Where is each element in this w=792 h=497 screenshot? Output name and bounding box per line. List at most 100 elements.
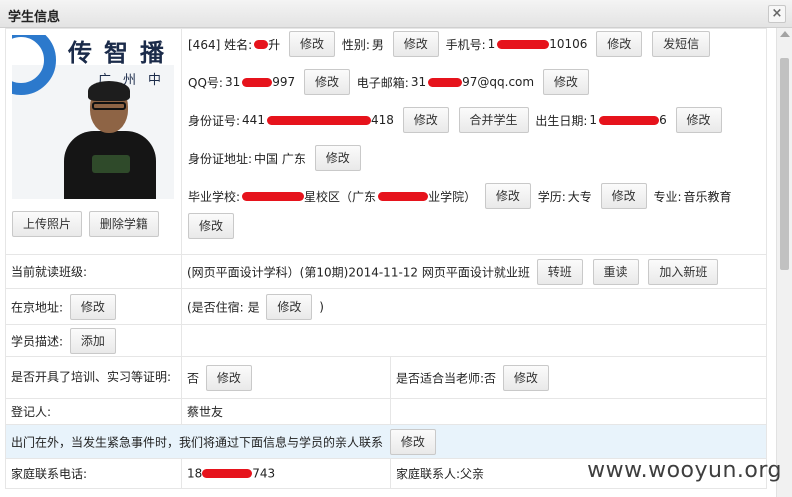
window-titlebar: 学生信息 ×	[0, 0, 792, 28]
student-details-cell: [464] 姓名: 升 修改 性别: 男 修改 手机号: 1 10106 修改 发短信 …	[181, 28, 767, 255]
lodging-value: 是	[247, 300, 260, 314]
detail-row-major-edit: 修改	[188, 213, 237, 239]
idaddress-value: 中国 广东	[254, 151, 306, 166]
email-prefix: 31	[410, 75, 427, 89]
student-info-panel: 传智播 广州中 上传照片 删除学籍 [464] 姓名: 升 修改 性别: 男 修…	[0, 28, 776, 497]
close-icon[interactable]: ×	[768, 5, 786, 23]
edit-teacher-button[interactable]: 修改	[502, 364, 549, 391]
idcard-suffix: 418	[370, 113, 394, 127]
edit-idcard-button[interactable]: 修改	[402, 107, 449, 133]
registrar-empty-cell	[390, 398, 767, 425]
redaction-mark	[378, 191, 429, 201]
merge-student-button[interactable]: 合并学生	[458, 107, 529, 133]
scrollbar-thumb[interactable]	[780, 58, 789, 270]
education-value: 大专	[567, 189, 592, 204]
redaction-mark	[242, 77, 273, 87]
vertical-scrollbar[interactable]	[776, 28, 792, 497]
family-phone-suffix: 743	[252, 466, 276, 481]
major-label: 专业:	[653, 189, 682, 204]
education-label: 学历:	[537, 189, 566, 204]
photo-cell: 传智播 广州中 上传照片 删除学籍	[5, 28, 182, 255]
phone-suffix: 10106	[549, 37, 588, 51]
scroll-up-icon[interactable]	[780, 31, 790, 37]
edit-major-button[interactable]: 修改	[188, 213, 235, 239]
class-value: (网页平面设计学科）(第10期)2014-11-12 网页平面设计就业班	[187, 265, 530, 279]
class-value-cell: (网页平面设计学科）(第10期)2014-11-12 网页平面设计就业班 转班 …	[181, 254, 767, 289]
email-label: 电子邮箱:	[356, 75, 409, 90]
logo-ring-icon	[12, 35, 56, 95]
lodging-cell: (是否住宿: 是 修改 )	[181, 288, 767, 325]
detail-row-name: [464] 姓名: 升 修改 性别: 男 修改 手机号: 1 10106 修改 发短信	[188, 31, 713, 57]
reread-button[interactable]: 重读	[592, 258, 639, 285]
edit-idaddress-button[interactable]: 修改	[314, 145, 361, 171]
birth-prefix: 1	[589, 113, 598, 127]
detail-row-idcard: 身份证号: 441 418 修改 合并学生 出生日期: 1 6 修改	[188, 107, 725, 133]
edit-qq-button[interactable]: 修改	[303, 69, 350, 95]
qq-label: QQ号:	[188, 75, 223, 90]
family-phone-label-cell: 家庭联系电话:	[5, 458, 182, 489]
edit-certificate-button[interactable]: 修改	[205, 364, 252, 391]
registrar-value-cell: 蔡世友	[181, 398, 391, 425]
detail-row-qq: QQ号: 31 997 修改 电子邮箱: 31 97@qq.com 修改	[188, 69, 592, 95]
phone-prefix: 1	[487, 37, 496, 51]
family-contact-label: 家庭联系人:	[396, 467, 461, 481]
window-title: 学生信息	[8, 10, 61, 25]
lodging-close-paren: )	[319, 299, 324, 314]
idcard-label: 身份证号:	[188, 113, 241, 128]
transfer-class-button[interactable]: 转班	[536, 258, 583, 285]
lodging-label: (是否住宿:	[187, 300, 244, 314]
teacher-value: 否	[484, 371, 497, 385]
edit-education-button[interactable]: 修改	[600, 183, 647, 209]
edit-gender-button[interactable]: 修改	[392, 31, 439, 57]
registrar-label: 登记人:	[11, 405, 52, 419]
add-description-button[interactable]: 添加	[69, 327, 116, 354]
send-sms-button[interactable]: 发短信	[652, 31, 711, 57]
emergency-notice: 出门在外，当发生紧急事件时，我们将通过下面信息与学员的亲人联系	[11, 435, 384, 449]
edit-lodging-button[interactable]: 修改	[266, 293, 313, 320]
school-value-suffix: 业学院）	[428, 189, 477, 204]
family-phone-value-cell: 18 743	[181, 458, 391, 489]
emergency-notice-cell: 出门在外，当发生紧急事件时，我们将通过下面信息与学员的亲人联系 修改	[5, 424, 767, 459]
beijing-address-label-cell: 在京地址: 修改	[5, 288, 182, 325]
teacher-label: 是否适合当老师:	[396, 371, 485, 385]
certificate-label-cell: 是否开具了培训、实习等证明:	[5, 356, 182, 399]
family-contact-value: 父亲	[460, 467, 485, 481]
join-new-class-button[interactable]: 加入新班	[648, 258, 719, 285]
birth-label: 出生日期:	[535, 113, 588, 128]
certificate-value: 否	[187, 371, 200, 385]
edit-birth-button[interactable]: 修改	[675, 107, 722, 133]
certificate-label: 是否开具了培训、实习等证明:	[11, 370, 172, 384]
logo-text: 传智播	[68, 39, 174, 67]
student-id-label: [464] 姓名:	[188, 37, 253, 52]
description-label: 学员描述:	[11, 334, 64, 348]
detail-row-school: 毕业学校: 星校区（广东 业学院） 修改 学历: 大专 修改 专业: 音乐教育	[188, 183, 734, 209]
upload-photo-button[interactable]: 上传照片	[12, 211, 83, 237]
qq-prefix: 31	[224, 75, 241, 89]
detail-row-idaddress: 身份证地址: 中国 广东 修改	[188, 145, 364, 171]
qq-suffix: 997	[272, 75, 296, 89]
phone-label: 手机号:	[445, 37, 486, 52]
watermark: www.wooyun.org	[587, 458, 782, 483]
person-hair	[88, 81, 130, 101]
student-name-value: 升	[268, 37, 281, 52]
gender-value: 男	[371, 37, 384, 52]
edit-beijing-address-button[interactable]: 修改	[69, 293, 116, 320]
family-phone-prefix: 18	[187, 466, 203, 481]
redaction-mark	[428, 77, 463, 87]
edit-emergency-button[interactable]: 修改	[389, 428, 436, 455]
delete-enrollment-button[interactable]: 删除学籍	[88, 211, 159, 237]
certificate-value-cell: 否 修改	[181, 356, 391, 399]
idaddress-label: 身份证地址:	[188, 151, 253, 166]
edit-name-button[interactable]: 修改	[288, 31, 335, 57]
edit-email-button[interactable]: 修改	[542, 69, 589, 95]
class-label: 当前就读班级:	[11, 265, 88, 279]
major-value: 音乐教育	[683, 189, 732, 204]
teacher-cell: 是否适合当老师:否 修改	[390, 356, 767, 399]
gender-label: 性别:	[341, 37, 370, 52]
edit-phone-button[interactable]: 修改	[596, 31, 643, 57]
student-photo: 传智播 广州中	[12, 35, 174, 199]
shirt-print	[92, 155, 130, 173]
redaction-mark	[599, 115, 660, 125]
edit-school-button[interactable]: 修改	[484, 183, 531, 209]
student-info-table: 传智播 广州中 上传照片 删除学籍 [464] 姓名: 升 修改 性别: 男 修…	[5, 28, 767, 489]
